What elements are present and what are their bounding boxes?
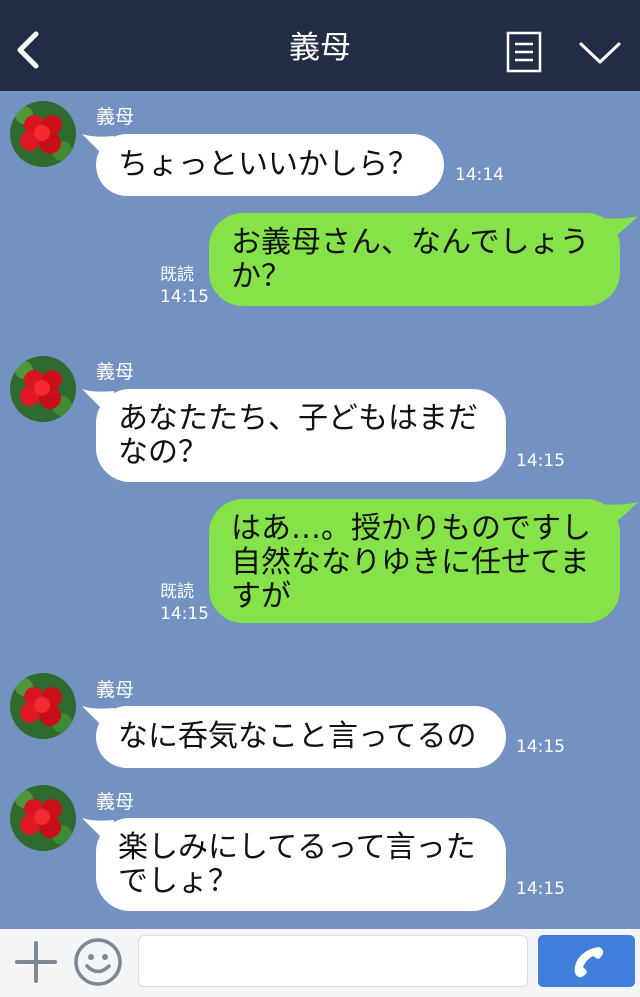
rose-avatar-icon [10, 356, 76, 422]
phone-icon [574, 947, 604, 978]
bubble-tail [598, 216, 638, 244]
message-bubble[interactable]: はあ…。授かりものですし 自然ななりゆきに任せてま すが [209, 499, 620, 623]
rose-avatar-icon [10, 785, 76, 851]
message-input[interactable] [138, 935, 528, 987]
bubble-tail [598, 502, 638, 530]
sender-name: 義母 [96, 106, 135, 128]
sender-name: 義母 [96, 791, 135, 813]
avatar[interactable] [10, 785, 76, 851]
sender-name: 義母 [96, 361, 135, 383]
rose-avatar-icon [10, 673, 76, 739]
read-receipt: 既読 [160, 582, 194, 602]
message-time: 14:15 [516, 451, 565, 471]
message-bubble[interactable]: あなたたち、子どもはまだ なの？ [96, 389, 506, 482]
plus-icon[interactable] [14, 940, 58, 984]
chevron-left-icon[interactable] [14, 30, 44, 70]
message-bubble[interactable]: なに呑気なこと言ってるの [96, 706, 506, 768]
message-time: 14:15 [516, 879, 565, 899]
avatar[interactable] [10, 356, 76, 422]
message-bubble[interactable]: ちょっといいかしら？ [96, 134, 444, 196]
message-time: 14:14 [455, 165, 504, 185]
avatar[interactable] [10, 101, 76, 167]
message-time: 14:15 [160, 287, 209, 307]
message-bubble[interactable]: お義母さん、なんでしょう か？ [209, 213, 620, 306]
chat-header [0, 0, 640, 91]
smiley-icon[interactable] [73, 937, 123, 987]
call-button[interactable] [538, 935, 635, 987]
sender-name: 義母 [96, 679, 135, 701]
avatar[interactable] [10, 673, 76, 739]
rose-avatar-icon [10, 101, 76, 167]
message-meta: 既読 14:15 [160, 581, 209, 625]
chevron-down-icon[interactable] [578, 38, 622, 68]
message-meta: 既読 14:15 [160, 264, 209, 308]
read-receipt: 既読 [160, 265, 194, 285]
menu-icon[interactable] [506, 31, 542, 73]
message-time: 14:15 [160, 604, 209, 624]
message-bubble[interactable]: 楽しみにしてるって言った でしょ？ [96, 818, 506, 911]
message-time: 14:15 [516, 737, 565, 757]
